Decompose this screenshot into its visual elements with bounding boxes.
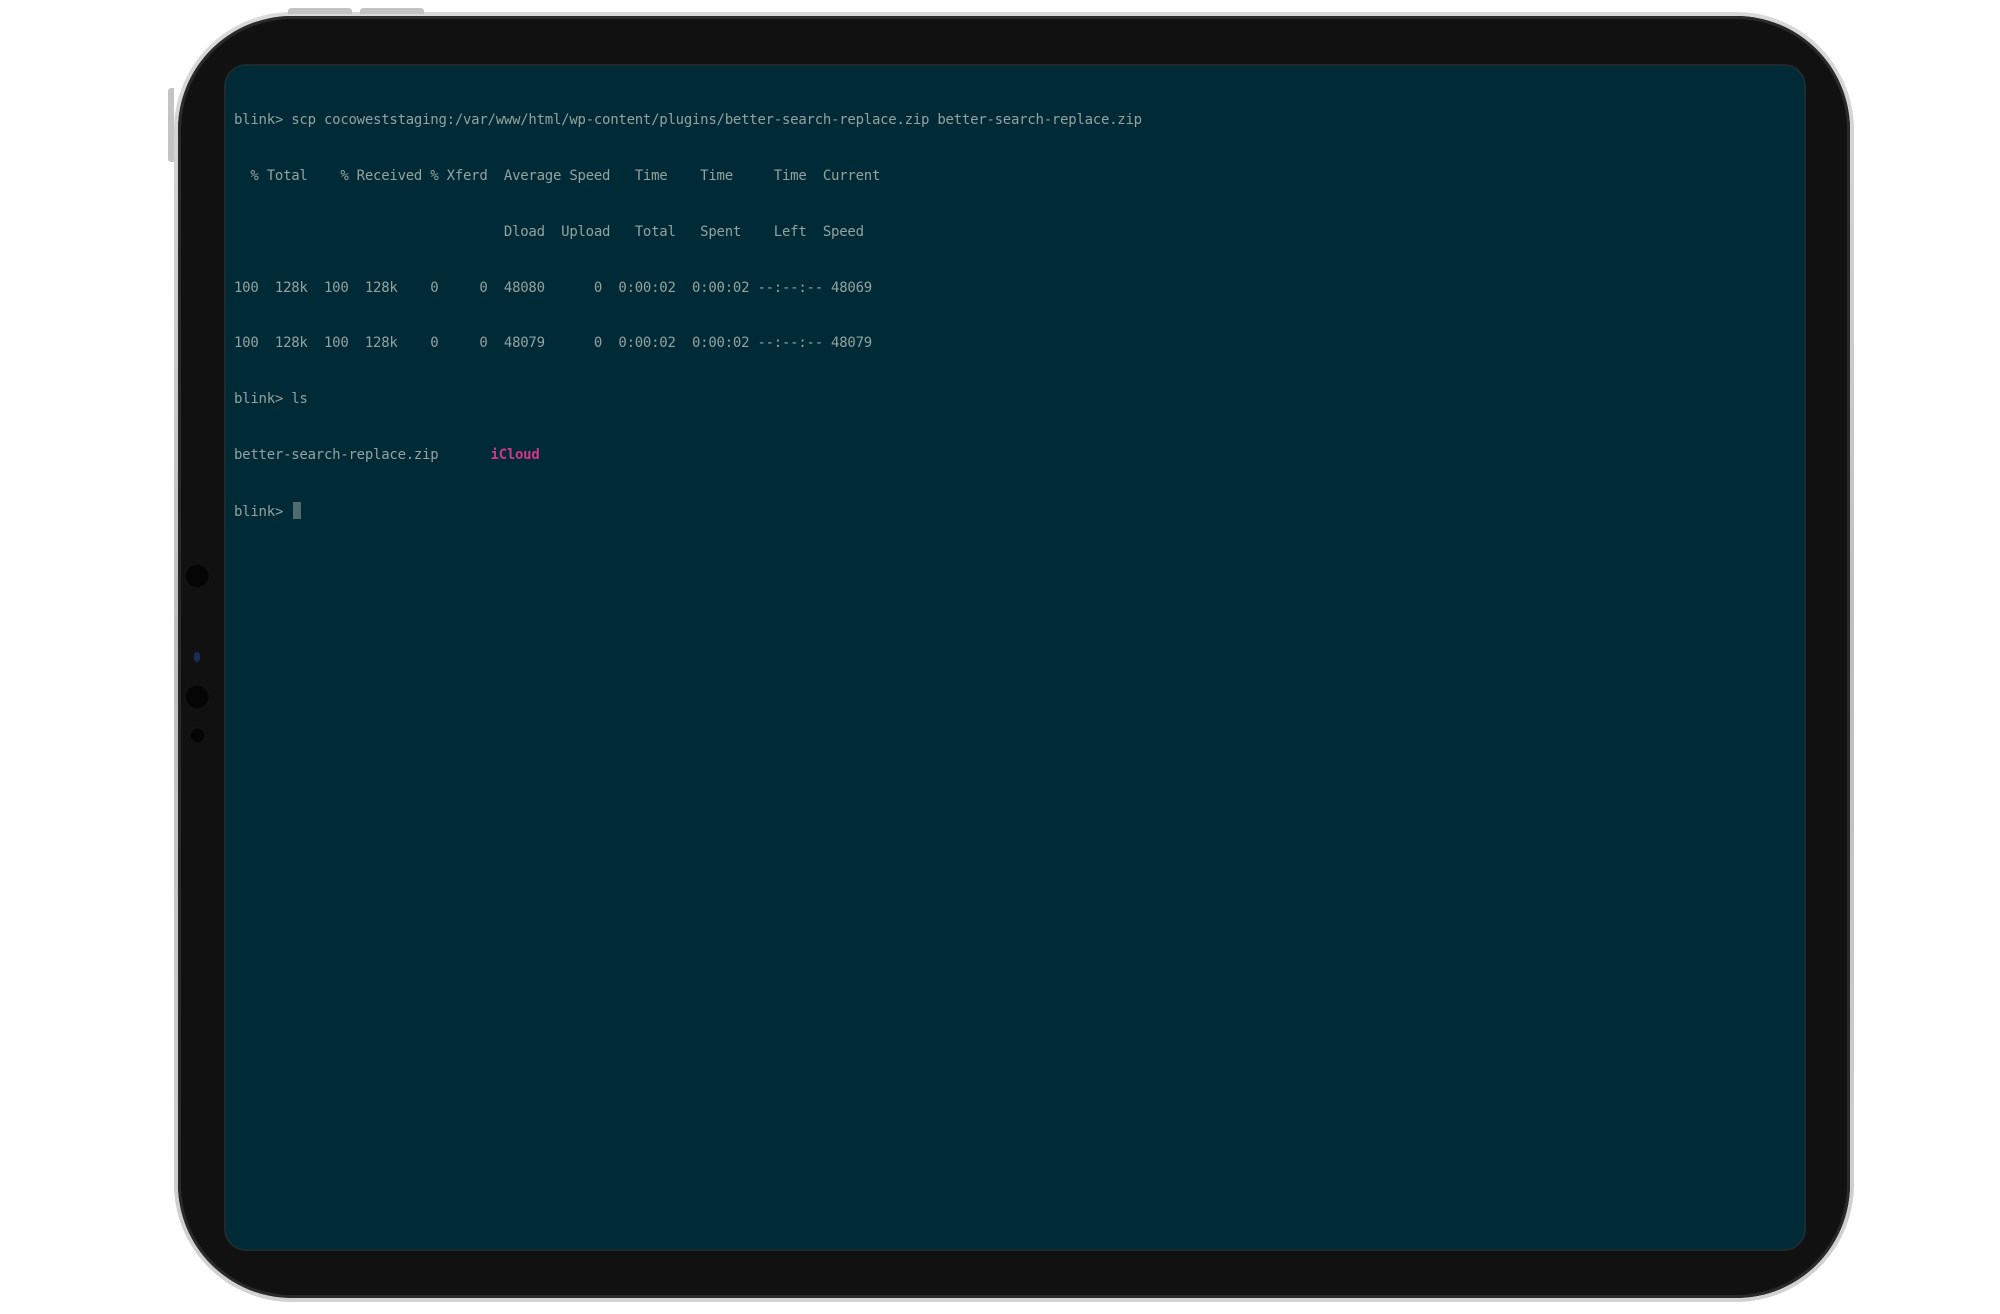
terminal-screen[interactable]: blink> scp cocoweststaging:/var/www/html…	[224, 64, 1806, 1251]
ls-file-entry: better-search-replace.zip	[234, 446, 439, 463]
scp-command-line: blink> scp cocoweststaging:/var/www/html…	[234, 112, 1142, 129]
flash-icon	[189, 727, 206, 744]
ls-output-line: better-search-replace.zip iCloud	[234, 446, 1796, 465]
connector-dot-icon	[184, 563, 210, 589]
progress-row-2: 100 128k 100 128k 0 0 48079 0 0:00:02 0:…	[234, 335, 872, 352]
prompt-line[interactable]: blink>	[234, 501, 1796, 521]
camera-lens-icon	[184, 684, 210, 710]
shell-prompt: blink>	[234, 503, 292, 520]
camera-sensor-icon	[194, 652, 200, 662]
progress-row-1: 100 128k 100 128k 0 0 48080 0 0:00:02 0:…	[234, 279, 872, 296]
top-button	[168, 88, 174, 162]
ls-icloud-folder-entry: iCloud	[490, 446, 540, 463]
terminal-output[interactable]: blink> scp cocoweststaging:/var/www/html…	[234, 74, 1796, 557]
progress-header-line-2: Dload Upload Total Spent Left Speed	[234, 223, 864, 240]
text-cursor	[293, 501, 302, 519]
progress-header-line-1: % Total % Received % Xferd Average Speed…	[234, 167, 881, 184]
volume-up-button	[288, 8, 352, 14]
ls-command-line: blink> ls	[234, 391, 308, 408]
volume-down-button	[360, 8, 424, 14]
